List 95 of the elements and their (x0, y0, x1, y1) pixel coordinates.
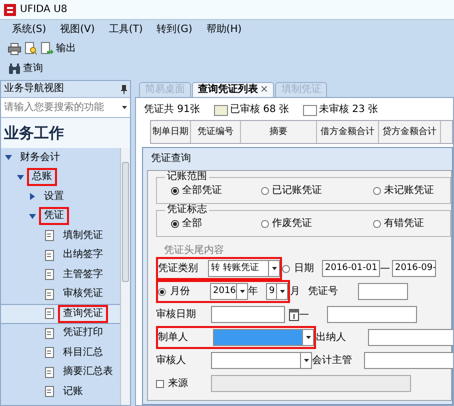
menu-item[interactable]: 系统(S) (12, 24, 46, 36)
field-label: 凭证类别 (158, 262, 199, 276)
dropdown-caret-icon (272, 267, 276, 270)
document-icon (45, 308, 54, 320)
tree-item[interactable]: 摘要汇总表 (58, 363, 118, 382)
radio-option[interactable]: 未记账凭证 (373, 185, 453, 197)
column-header: 借方金额合计 (317, 121, 379, 143)
menu-item[interactable]: 帮助(H) (206, 24, 242, 36)
tree-item[interactable]: 记账 (58, 382, 88, 401)
printer-icon (8, 42, 21, 54)
document-icon (45, 250, 54, 261)
window-title: UFIDA U8 (20, 4, 68, 16)
input-field[interactable] (211, 306, 285, 323)
radio-option[interactable]: 全部 (171, 218, 261, 230)
toolbar-button[interactable] (6, 42, 23, 54)
group-title: 记账范围 (165, 171, 209, 183)
radio-option[interactable]: 全部凭证 (171, 185, 261, 197)
field-label: — (380, 262, 391, 276)
document-icon (45, 288, 54, 300)
document-icon (45, 386, 54, 398)
group-title: 凭证标志 (165, 204, 209, 216)
panel-title: 业务导航视图 (4, 83, 64, 95)
legend-label: 已审核 68 张 (230, 104, 289, 116)
search-field[interactable]: 请输入您要搜索的功能 (1, 98, 130, 118)
tree-item[interactable]: 查询凭证 (58, 304, 108, 323)
dropdown-caret-icon (280, 290, 284, 293)
logo-icon (4, 4, 16, 16)
tree-item[interactable]: 审核凭证 (58, 285, 108, 304)
radio-option[interactable]: 已记账凭证 (261, 185, 373, 197)
tree-item[interactable]: 主管签字 (58, 266, 108, 284)
document-magnifier-icon (25, 42, 37, 55)
document-icon (45, 347, 54, 358)
column-header: 凭证编号 (191, 121, 241, 143)
tree-node[interactable]: 财务会计 (15, 148, 65, 167)
dropdown-field[interactable]: 9 (266, 283, 277, 300)
input-field[interactable]: 2016-09- (392, 260, 436, 277)
radio-option[interactable]: 月份 (158, 282, 210, 301)
field-label: 年 (248, 284, 259, 298)
tree-node[interactable]: 凭证 (39, 207, 69, 226)
binoculars-icon (8, 63, 21, 75)
group-title: 凭证头尾内容 (163, 245, 225, 257)
input-field[interactable] (368, 329, 453, 346)
dropdown-caret-icon (240, 290, 244, 293)
dropdown-field[interactable]: 转 转账凭证 (208, 260, 269, 277)
tree-item[interactable]: 科目汇总 (58, 344, 108, 362)
input-field[interactable] (364, 352, 453, 369)
pin-icon (121, 84, 127, 94)
dropdown-caret-icon (304, 359, 308, 362)
tree-item[interactable]: 出纳签字 (58, 246, 108, 264)
input-field[interactable] (327, 306, 417, 323)
radio-option[interactable]: 日期 (282, 259, 322, 278)
column-header: 制单日期 (151, 121, 191, 143)
scrollbar[interactable] (120, 148, 130, 405)
document-icon (45, 269, 54, 280)
field-label: — (299, 308, 310, 322)
dropdown-field[interactable] (211, 352, 301, 369)
tree-item[interactable]: 填制凭证 (58, 226, 108, 245)
tab[interactable]: 查询凭证列表 × (192, 82, 274, 97)
radio-option[interactable]: 有错凭证 (373, 218, 453, 230)
tree-node[interactable]: 设置 (39, 188, 69, 206)
dialog-title: 凭证查询 (150, 152, 192, 166)
column-header: 贷方金额合计 (379, 121, 441, 143)
toolbar-button[interactable]: 查询 (6, 63, 45, 75)
input-field[interactable] (358, 283, 408, 300)
dropdown-field[interactable]: 2016 (210, 283, 237, 300)
document-icon (45, 230, 54, 242)
toolbar-button[interactable] (23, 42, 39, 55)
checkbox-option[interactable]: 来源 (156, 374, 211, 393)
tree-item[interactable]: 凭证打印 (58, 324, 108, 342)
document-icon (45, 366, 54, 378)
field-label: 会计主管 (312, 354, 353, 368)
menu-item[interactable]: 工具(T) (108, 24, 143, 36)
close-icon[interactable]: × (260, 84, 268, 95)
calendar-icon[interactable] (289, 308, 299, 321)
menu-item[interactable]: 视图(V) (60, 24, 95, 36)
document-icon (45, 328, 54, 339)
field-label: 凭证号 (308, 284, 339, 298)
toolbar-button[interactable]: 输出 (39, 42, 78, 55)
legend-label: 未审核 23 张 (319, 104, 378, 116)
document-arrow-icon (41, 42, 54, 55)
section-heading: 业务工作 (3, 123, 65, 144)
field-label: 审核日期 (156, 308, 197, 322)
tree-node[interactable]: 总账 (27, 168, 57, 186)
menu-item[interactable]: 转到(G) (156, 24, 192, 36)
input-field[interactable]: 2016-01-01 (322, 260, 380, 277)
dropdown-caret-icon (306, 336, 310, 339)
field-label: 出纳人 (316, 330, 347, 344)
field-label: 制单人 (158, 330, 189, 344)
field-label: 审核人 (156, 354, 187, 368)
dropdown-caret-icon (122, 106, 127, 109)
dropdown-field[interactable] (213, 329, 303, 346)
count-text: 凭证共 91张 (144, 104, 200, 116)
column-header: 摘要 (241, 121, 317, 143)
field-label: 月 (290, 284, 301, 298)
radio-option[interactable]: 作废凭证 (261, 218, 373, 230)
